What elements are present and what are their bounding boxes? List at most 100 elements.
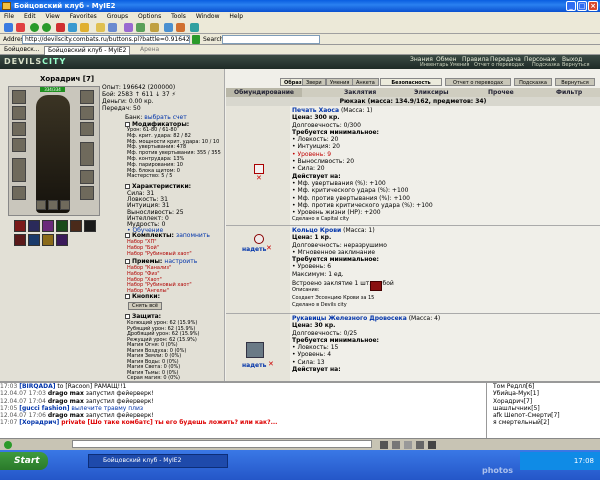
chat-translit-icon[interactable]: [428, 441, 436, 449]
nav2-transfer-report[interactable]: Отчет о переводах: [474, 62, 524, 68]
ring3-slot[interactable]: [60, 200, 70, 210]
online-user[interactable]: шашлычник[5]: [493, 405, 600, 412]
chat-send-icon[interactable]: [380, 441, 388, 449]
buttons-header[interactable]: Кнопки:: [125, 293, 160, 301]
ability-icon[interactable]: [14, 220, 26, 232]
chat-clear-icon[interactable]: [392, 441, 400, 449]
gloves-item-icon[interactable]: [246, 342, 264, 358]
menu-edit[interactable]: Edit: [24, 13, 36, 20]
necklace-slot[interactable]: [12, 122, 26, 136]
forward-icon[interactable]: [42, 23, 51, 32]
ring1-slot[interactable]: [36, 200, 46, 210]
go-icon[interactable]: [192, 35, 200, 44]
chat-smile-icon[interactable]: [404, 441, 412, 449]
menu-favorites[interactable]: Favorites: [70, 13, 97, 20]
nav2-skills[interactable]: Умения: [450, 62, 469, 68]
close-tab-icon[interactable]: [16, 23, 25, 32]
ability-icon[interactable]: [84, 220, 96, 232]
shield-slot[interactable]: [80, 122, 94, 136]
complect-item[interactable]: Набор "Рубиновый хаот": [127, 251, 192, 258]
weapon-slot[interactable]: [12, 138, 26, 152]
start-button[interactable]: Start: [0, 452, 48, 470]
delete-icon[interactable]: ✕: [256, 174, 262, 182]
new-window-icon[interactable]: [4, 23, 13, 32]
seal-item-icon[interactable]: [254, 164, 264, 174]
wear-link[interactable]: надеть: [242, 362, 266, 369]
online-user[interactable]: Убийца-Мук[1]: [493, 390, 600, 397]
gloves-slot[interactable]: [80, 106, 94, 120]
nav2-inventory[interactable]: Инвентарь: [420, 62, 448, 68]
belt-slot[interactable]: [12, 186, 26, 200]
delete-icon[interactable]: ✕: [266, 244, 272, 252]
wear-link[interactable]: надеть: [242, 246, 266, 253]
ability-icon[interactable]: [28, 220, 40, 232]
tab-return[interactable]: Вернуться: [555, 78, 595, 86]
home-icon[interactable]: [80, 23, 89, 32]
online-user[interactable]: Том Редлл[6]: [493, 383, 600, 390]
chat-input[interactable]: [72, 440, 372, 448]
ring2-slot[interactable]: [48, 200, 58, 210]
close-button[interactable]: ×: [588, 1, 598, 11]
popup-block-icon[interactable]: [176, 23, 185, 32]
ability-icon[interactable]: [56, 234, 68, 246]
online-user[interactable]: afk Шепот-Смерти[7]: [493, 412, 600, 419]
menu-help[interactable]: Help: [229, 13, 243, 20]
tab-profile[interactable]: Анкета: [352, 78, 379, 86]
nav2-return[interactable]: Вернуться: [562, 62, 590, 68]
earring-slot[interactable]: [12, 106, 26, 120]
helmet-slot[interactable]: [12, 90, 26, 104]
menu-groups[interactable]: Groups: [107, 13, 128, 20]
ability-icon[interactable]: [42, 234, 54, 246]
armor-slot[interactable]: [12, 158, 26, 182]
item-name[interactable]: Кольцо Крови: [292, 227, 341, 234]
complects-remember-link[interactable]: запомнить: [176, 232, 210, 239]
menu-window[interactable]: Window: [196, 13, 220, 20]
menu-options[interactable]: Options: [138, 13, 161, 20]
subtab-spells[interactable]: Заклятия: [344, 88, 376, 97]
item-name[interactable]: Рукавицы Железного Дровосека: [292, 315, 407, 322]
tab-transfer-report[interactable]: Отчет о переводах: [445, 78, 511, 86]
stop-icon[interactable]: [56, 23, 65, 32]
leggings-slot[interactable]: [80, 170, 94, 184]
menu-tools[interactable]: Tools: [171, 13, 186, 20]
chat-filter-icon[interactable]: [416, 441, 424, 449]
taskbar-item[interactable]: Бойцовский клуб - MyIE2: [88, 454, 228, 468]
chat-log[interactable]: 17:03 [BIRQADA] to [Racoon] РАМАЩ!!1 12.…: [0, 381, 486, 438]
print-icon[interactable]: [136, 23, 145, 32]
tab-security[interactable]: Безопасность: [380, 78, 442, 86]
chat-refresh-icon[interactable]: [4, 441, 12, 449]
subtab-other[interactable]: Прочее: [488, 88, 514, 97]
tab-1[interactable]: Бойцовск...: [4, 45, 40, 55]
back-icon[interactable]: [30, 23, 39, 32]
bracer-slot[interactable]: [80, 90, 94, 104]
subtab-elixirs[interactable]: Эликсиры: [414, 88, 449, 97]
favorites-icon[interactable]: [96, 23, 105, 32]
ability-icon[interactable]: [14, 234, 26, 246]
menu-view[interactable]: View: [46, 13, 60, 20]
refresh-icon[interactable]: [68, 23, 77, 32]
bank-select-link[interactable]: выбрать счет: [144, 114, 186, 121]
ability-icon[interactable]: [56, 220, 68, 232]
nav2-hint[interactable]: Подсказка: [532, 62, 560, 68]
tab-hint[interactable]: Подсказка: [514, 78, 552, 86]
ability-icon[interactable]: [28, 234, 40, 246]
ring-item-icon[interactable]: [254, 234, 264, 244]
address-input[interactable]: http://devilscity.combats.ru/buttons.pl?…: [22, 35, 190, 44]
ability-icon[interactable]: [42, 220, 54, 232]
appears-setup-link[interactable]: настроить: [164, 258, 197, 265]
history-icon[interactable]: [108, 23, 117, 32]
menu-file[interactable]: File: [4, 13, 14, 20]
subtab-equipment[interactable]: Обмундирование: [226, 88, 302, 97]
online-user[interactable]: Хорадрич[7]: [493, 398, 600, 405]
tab-beasts[interactable]: Звери: [302, 78, 326, 86]
tools-icon[interactable]: [150, 23, 159, 32]
minimize-button[interactable]: _: [566, 1, 576, 11]
proxy-icon[interactable]: [164, 23, 173, 32]
image-icon[interactable]: [190, 23, 199, 32]
offhand-slot[interactable]: [80, 142, 94, 166]
tab-3[interactable]: Арена: [140, 45, 159, 55]
online-user[interactable]: я смертельный[2]: [493, 419, 600, 426]
ability-icon[interactable]: [70, 220, 82, 232]
mail-icon[interactable]: [124, 23, 133, 32]
remove-all-button[interactable]: Снять всё: [128, 302, 162, 310]
